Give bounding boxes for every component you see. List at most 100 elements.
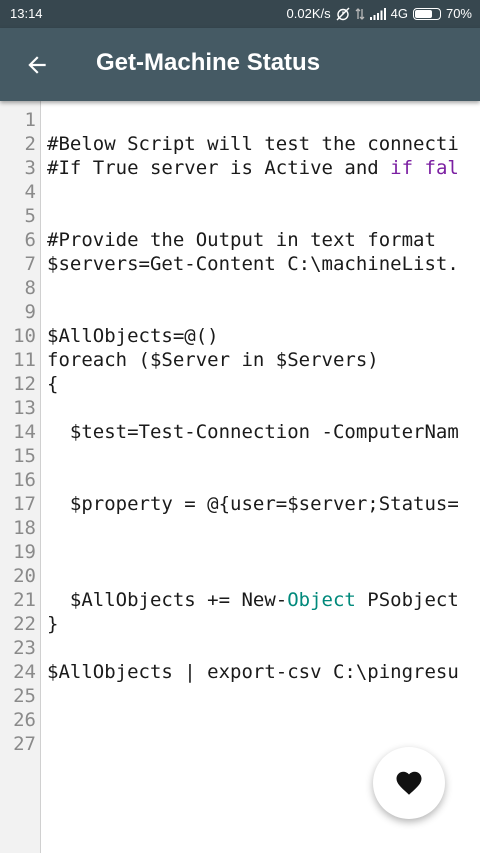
code-line[interactable]: 23 bbox=[0, 636, 480, 660]
code-line[interactable]: 22} bbox=[0, 612, 480, 636]
line-number: 11 bbox=[13, 349, 36, 371]
line-number: 14 bbox=[13, 421, 36, 443]
line-number: 6 bbox=[24, 229, 36, 251]
code-lines[interactable]: 1 2 #Below Script will test the connecti 3 #… bbox=[0, 108, 480, 756]
code-line[interactable]: 25 bbox=[0, 684, 480, 708]
line-number: 24 bbox=[13, 661, 36, 683]
code-line[interactable]: 17 $property = @{user=$server;Status= bbox=[0, 492, 480, 516]
heart-icon bbox=[396, 771, 422, 795]
app-bar: Get-Machine Status bbox=[0, 28, 480, 101]
code-line[interactable]: 15 bbox=[0, 444, 480, 468]
line-text: $test=Test-Connection -ComputerNam bbox=[47, 420, 459, 444]
network-speed: 0.02K/s bbox=[286, 6, 331, 21]
line-number: 25 bbox=[13, 685, 36, 707]
code-token: $AllObjects | export-csv C:\pingresu bbox=[47, 661, 459, 683]
code-line[interactable]: 19 bbox=[0, 540, 480, 564]
code-line[interactable]: 13 bbox=[0, 396, 480, 420]
code-token: PSobject bbox=[355, 589, 459, 611]
code-line[interactable]: 10 $AllObjects=@() bbox=[0, 324, 480, 348]
code-line[interactable]: 18 bbox=[0, 516, 480, 540]
code-line[interactable]: 1 bbox=[0, 108, 480, 132]
line-number: 13 bbox=[13, 397, 36, 419]
code-token: $servers=Get-Content C:\machineList. bbox=[47, 253, 459, 275]
battery-icon bbox=[412, 7, 441, 20]
code-line[interactable]: 14 $test=Test-Connection -ComputerNam bbox=[0, 420, 480, 444]
line-number: 18 bbox=[13, 517, 36, 539]
line-text: #Below Script will test the connecti bbox=[47, 132, 459, 156]
code-line[interactable]: 11 foreach ($Server in $Servers) bbox=[0, 348, 480, 372]
code-line[interactable]: 21 $AllObjects += New-Object PSobject bbox=[0, 588, 480, 612]
line-number: 3 bbox=[24, 157, 36, 179]
code-line[interactable]: 7 $servers=Get-Content C:\machineList. bbox=[0, 252, 480, 276]
line-text: $servers=Get-Content C:\machineList. bbox=[47, 252, 459, 276]
line-number: 12 bbox=[13, 373, 36, 395]
line-number: 23 bbox=[13, 637, 36, 659]
page-title: Get-Machine Status bbox=[96, 49, 321, 76]
code-line[interactable]: 6 #Provide the Output in text format bbox=[0, 228, 480, 252]
line-text: $AllObjects=@() bbox=[47, 324, 219, 348]
keyword-token: fal bbox=[424, 157, 459, 179]
line-number: 19 bbox=[13, 541, 36, 563]
keyword-token: if bbox=[390, 157, 414, 179]
code-editor[interactable]: 1 2 #Below Script will test the connecti 3 #… bbox=[0, 101, 480, 853]
code-token: foreach ($Server in $Servers) bbox=[47, 349, 379, 371]
code-line[interactable]: 4 bbox=[0, 180, 480, 204]
line-text: foreach ($Server in $Servers) bbox=[47, 348, 379, 372]
data-transfer-icon bbox=[355, 7, 365, 21]
code-line[interactable]: 3 #If True server is Active and if fal bbox=[0, 156, 480, 180]
code-token: $AllObjects += New- bbox=[47, 589, 288, 611]
line-text: $AllObjects | export-csv C:\pingresu bbox=[47, 660, 459, 684]
code-line[interactable]: 2 #Below Script will test the connecti bbox=[0, 132, 480, 156]
code-token: $AllObjects=@() bbox=[47, 325, 219, 347]
code-line[interactable]: 24 $AllObjects | export-csv C:\pingresu bbox=[0, 660, 480, 684]
network-type: 4G bbox=[390, 6, 408, 21]
line-number: 16 bbox=[13, 469, 36, 491]
battery-level bbox=[414, 9, 432, 18]
line-number: 8 bbox=[24, 277, 36, 299]
code-line[interactable]: 12 { bbox=[0, 372, 480, 396]
line-number: 15 bbox=[13, 445, 36, 467]
line-number: 9 bbox=[24, 301, 36, 323]
code-line[interactable]: 9 bbox=[0, 300, 480, 324]
alarm-off-icon bbox=[336, 7, 350, 21]
line-number: 10 bbox=[13, 325, 36, 347]
back-button[interactable] bbox=[20, 48, 54, 82]
code-token: #Provide the Output in text format bbox=[47, 229, 436, 251]
line-number: 17 bbox=[13, 493, 36, 515]
code-token: { bbox=[47, 373, 59, 395]
code-line[interactable]: 20 bbox=[0, 564, 480, 588]
code-token: #If True server is Active and bbox=[47, 157, 391, 179]
code-line[interactable]: 26 bbox=[0, 708, 480, 732]
status-icons: 0.02K/s 4G 70% bbox=[287, 6, 472, 21]
line-number: 4 bbox=[24, 181, 36, 203]
code-token: $property = @{user=$server;Status= bbox=[47, 493, 459, 515]
line-number: 26 bbox=[13, 709, 36, 731]
line-number: 20 bbox=[13, 565, 36, 587]
line-text: #If True server is Active and if fal bbox=[47, 156, 459, 180]
code-line[interactable]: 16 bbox=[0, 468, 480, 492]
favorite-button[interactable] bbox=[373, 747, 445, 819]
keyword-token: Object bbox=[287, 589, 356, 611]
code-token: #Below Script will test the connecti bbox=[47, 133, 459, 155]
code-line[interactable]: 8 bbox=[0, 276, 480, 300]
line-text: $AllObjects += New-Object PSobject bbox=[47, 588, 459, 612]
line-text: { bbox=[47, 372, 58, 396]
code-token: } bbox=[47, 613, 59, 635]
line-number: 22 bbox=[13, 613, 36, 635]
line-number: 27 bbox=[13, 733, 36, 755]
status-time: 13:14 bbox=[10, 6, 43, 21]
status-bar: 13:14 0.02K/s 4G 70% bbox=[0, 0, 480, 28]
battery-percent: 70% bbox=[445, 6, 472, 21]
code-token: $test=Test-Connection -ComputerNam bbox=[47, 421, 459, 443]
line-number: 7 bbox=[24, 253, 36, 275]
code-line[interactable]: 5 bbox=[0, 204, 480, 228]
line-number: 21 bbox=[13, 589, 36, 611]
line-text: $property = @{user=$server;Status= bbox=[47, 492, 459, 516]
line-text: } bbox=[47, 612, 58, 636]
line-text: #Provide the Output in text format bbox=[47, 228, 436, 252]
signal-icon bbox=[369, 7, 386, 20]
back-arrow-icon bbox=[28, 56, 46, 74]
line-number: 5 bbox=[24, 205, 36, 227]
line-number: 1 bbox=[24, 109, 36, 131]
